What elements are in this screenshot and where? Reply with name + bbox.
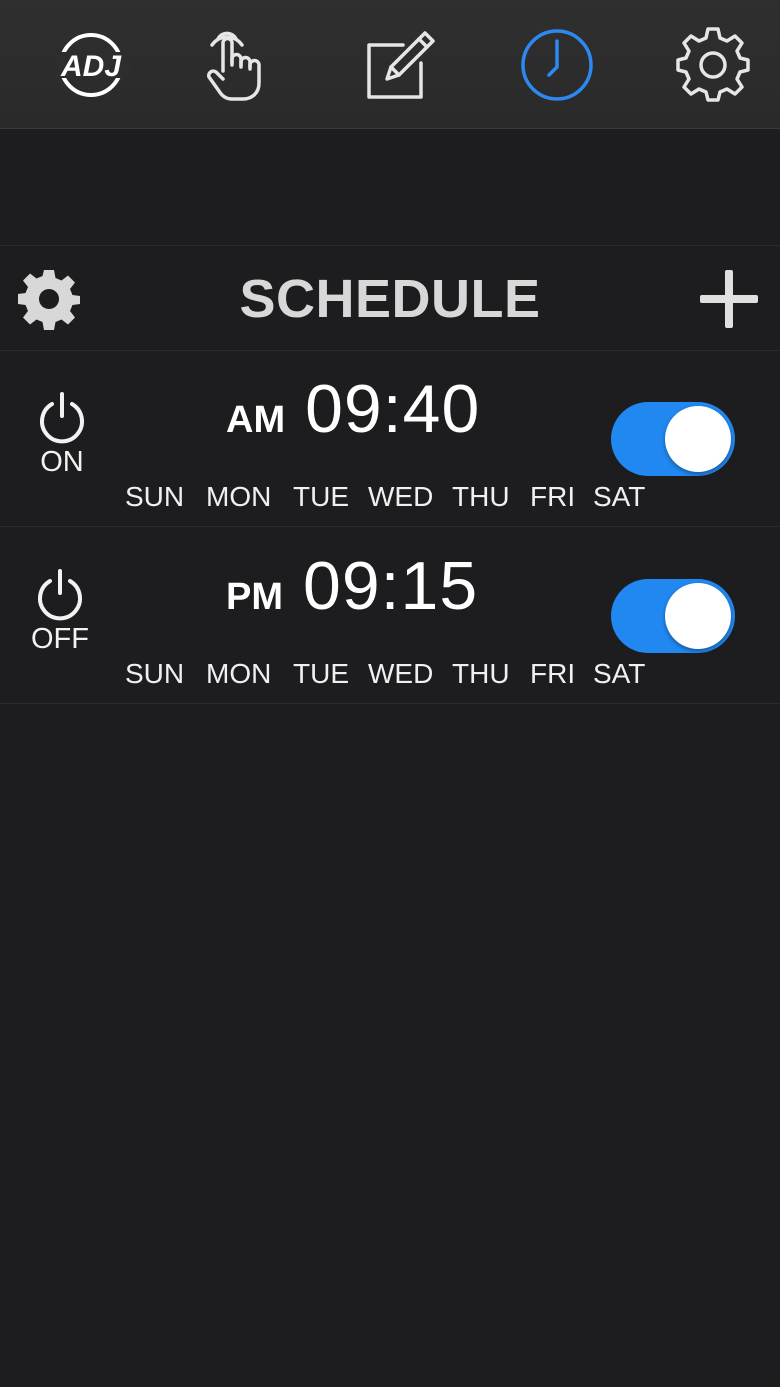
schedule-header: SCHEDULE (0, 245, 780, 351)
day-tue[interactable]: TUE (293, 480, 349, 514)
toggle-knob (665, 406, 731, 472)
top-navigation-bar: ADJ (0, 0, 780, 129)
schedule-row: OFF PM 09:15 SUN MON TUE WED THU FRI SAT (0, 527, 780, 704)
toggle-knob (665, 583, 731, 649)
day-thu[interactable]: THU (452, 480, 510, 514)
meridiem-label: PM (226, 576, 283, 618)
power-on-button[interactable]: ON (22, 392, 102, 478)
meridiem-label: AM (226, 399, 286, 441)
power-state-label: OFF (31, 623, 89, 655)
time-value: 09:40 (305, 371, 481, 447)
clock-icon (521, 29, 593, 101)
tab-schedule[interactable] (514, 22, 600, 108)
adj-logo[interactable]: ADJ (48, 22, 134, 108)
page-title: SCHEDULE (239, 269, 541, 329)
power-icon (40, 392, 84, 444)
adj-logo-icon: ADJ (50, 33, 132, 97)
schedule-time[interactable]: PM 09:15 (226, 547, 479, 624)
weekday-selector: SUN MON TUE WED THU FRI SAT (0, 480, 780, 514)
schedule-row: ON AM 09:40 SUN MON TUE WED THU FRI SAT (0, 350, 780, 527)
logo-text: ADJ (60, 50, 122, 83)
tab-edit[interactable] (356, 22, 442, 108)
day-wed[interactable]: WED (368, 480, 433, 514)
day-wed[interactable]: WED (368, 657, 433, 691)
tab-settings[interactable] (670, 22, 756, 108)
day-thu[interactable]: THU (452, 657, 510, 691)
day-fri[interactable]: FRI (530, 657, 575, 691)
hand-pointer-icon (207, 31, 261, 101)
gear-icon (676, 27, 750, 102)
day-tue[interactable]: TUE (293, 657, 349, 691)
day-fri[interactable]: FRI (530, 480, 575, 514)
day-sat[interactable]: SAT (593, 480, 645, 514)
weekday-selector: SUN MON TUE WED THU FRI SAT (0, 657, 780, 691)
schedule-time[interactable]: AM 09:40 (226, 370, 481, 447)
plus-icon[interactable] (696, 266, 762, 332)
day-mon[interactable]: MON (206, 480, 271, 514)
power-off-button[interactable]: OFF (20, 569, 100, 655)
day-mon[interactable]: MON (206, 657, 271, 691)
day-sun[interactable]: SUN (125, 480, 184, 514)
schedule-enable-toggle[interactable] (611, 579, 735, 653)
day-sun[interactable]: SUN (125, 657, 184, 691)
power-icon (38, 569, 82, 621)
power-state-label: ON (40, 446, 84, 478)
schedule-enable-toggle[interactable] (611, 402, 735, 476)
day-sat[interactable]: SAT (593, 657, 645, 691)
time-value: 09:15 (303, 548, 479, 624)
tab-manual-control[interactable] (190, 22, 276, 108)
pencil-edit-icon (367, 31, 435, 99)
